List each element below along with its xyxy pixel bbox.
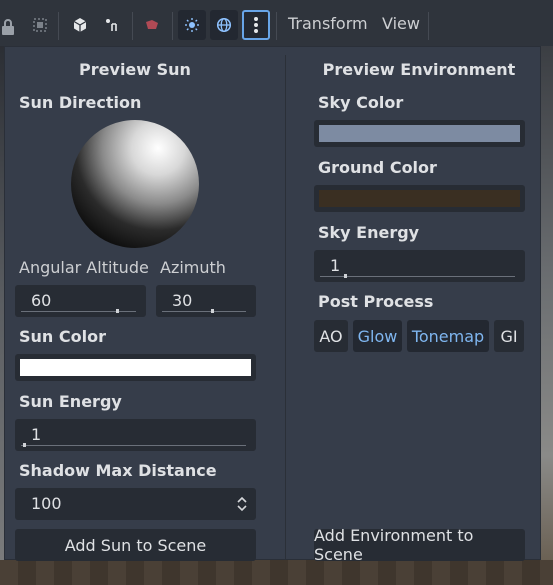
slider-grabber[interactable]	[211, 309, 214, 313]
toggle-tonemap[interactable]: Tonemap	[407, 320, 489, 352]
view-menu[interactable]: View	[382, 14, 420, 33]
snap-grid-icon[interactable]	[26, 10, 54, 40]
sun-color-picker[interactable]	[15, 354, 256, 381]
add-sun-button[interactable]: Add Sun to Scene	[15, 529, 256, 561]
add-environment-button[interactable]: Add Environment to Scene	[314, 526, 525, 564]
preview-environment-title: Preview Environment	[322, 60, 516, 79]
more-icon[interactable]	[242, 10, 270, 40]
azimuth-label: Azimuth	[160, 258, 226, 277]
toolbar-separator	[428, 12, 429, 40]
slider-grabber[interactable]	[23, 443, 26, 447]
shadow-max-distance-label: Shadow Max Distance	[19, 461, 217, 480]
toolbar-separator	[172, 12, 173, 40]
sun-color-fill	[20, 359, 251, 376]
sky-color-picker[interactable]	[314, 120, 525, 147]
sky-color-fill	[319, 125, 520, 142]
preview-sun-title: Preview Sun	[79, 60, 191, 79]
sky-energy-value: 1	[330, 256, 341, 275]
toolbar-separator	[58, 12, 59, 40]
transform-menu[interactable]: Transform	[288, 14, 368, 33]
sun-color-label: Sun Color	[19, 327, 106, 346]
slider-track	[162, 311, 246, 312]
spin-arrows-icon[interactable]	[236, 495, 248, 513]
sun-energy-value: 1	[31, 425, 42, 444]
sun-energy-label: Sun Energy	[19, 392, 122, 411]
viewport-background	[541, 40, 553, 560]
slider-grabber[interactable]	[116, 309, 119, 313]
ground-color-fill	[319, 190, 520, 207]
sun-direction-label: Sun Direction	[19, 93, 142, 112]
angular-altitude-slider[interactable]: 60	[15, 285, 146, 317]
toolbar-separator	[132, 12, 133, 40]
toggle-gi[interactable]: GI	[494, 320, 524, 352]
post-process-label: Post Process	[318, 292, 434, 311]
sky-energy-slider[interactable]: 1	[314, 250, 525, 282]
pivot-icon[interactable]	[98, 10, 126, 40]
angular-altitude-label: Angular Altitude	[19, 258, 149, 277]
sky-color-label: Sky Color	[318, 93, 404, 112]
angular-altitude-value: 60	[31, 291, 52, 310]
ground-color-picker[interactable]	[314, 185, 525, 212]
mesh-cube-icon[interactable]	[66, 10, 94, 40]
sun-icon[interactable]	[178, 10, 206, 40]
sun-energy-slider[interactable]: 1	[15, 419, 256, 451]
slider-grabber[interactable]	[344, 274, 347, 278]
globe-icon[interactable]	[210, 10, 238, 40]
camera-icon[interactable]	[138, 10, 166, 40]
shadow-max-distance-spinbox[interactable]: 100	[15, 488, 256, 520]
azimuth-slider[interactable]: 30	[156, 285, 256, 317]
toggle-ao[interactable]: AO	[314, 320, 348, 352]
toolbar-separator	[276, 12, 277, 40]
azimuth-value: 30	[172, 291, 193, 310]
slider-track	[21, 445, 246, 446]
sun-direction-sphere[interactable]	[71, 120, 199, 248]
lock-icon[interactable]	[0, 18, 16, 36]
sky-energy-label: Sky Energy	[318, 223, 420, 242]
toggle-glow[interactable]: Glow	[353, 320, 402, 352]
viewport-toolbar: Transform View	[0, 0, 553, 46]
ground-color-label: Ground Color	[318, 158, 437, 177]
panel-divider	[285, 55, 286, 560]
shadow-max-distance-value: 100	[31, 494, 62, 513]
slider-track	[320, 276, 515, 277]
